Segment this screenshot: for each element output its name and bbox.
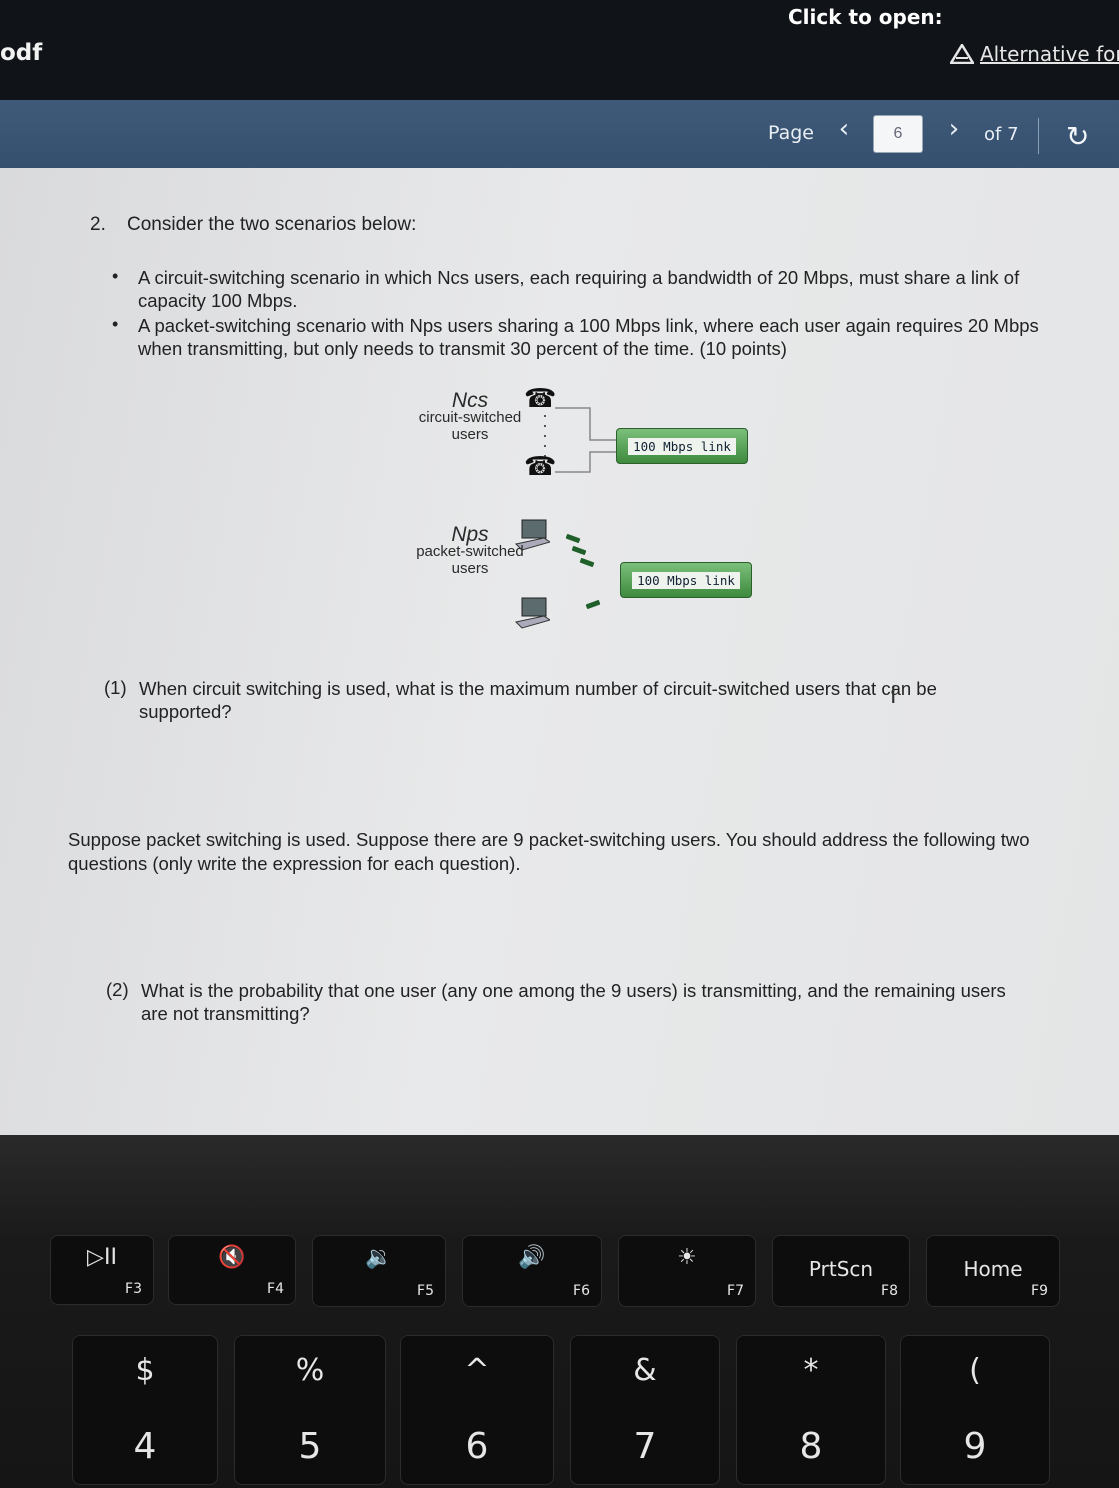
- ps-link-box: 100 Mbps link: [620, 562, 752, 598]
- suppose-paragraph: Suppose packet switching is used. Suppos…: [68, 829, 1030, 874]
- chevron-right-icon: ›: [948, 114, 960, 144]
- key-f6[interactable]: 🔊 F6: [462, 1235, 602, 1307]
- page-label: Page: [768, 122, 814, 144]
- q2-text: What is the probability that one user (a…: [141, 980, 1006, 1024]
- cs-users-label: Ncs circuit-switched users: [410, 389, 530, 443]
- question-intro: Consider the two scenarios below:: [127, 214, 417, 235]
- file-name-label: odf: [0, 40, 43, 66]
- key-f8[interactable]: PrtScn F8: [772, 1235, 910, 1307]
- nps-symbol: Nps: [451, 523, 489, 546]
- click-to-open-label: Click to open:: [788, 5, 943, 29]
- rotate-button[interactable]: ↻: [1066, 120, 1089, 153]
- keyboard: ▷II F3 🔇 F4 🔉 F5 🔊 F6 ☀ F7 PrtScn F8 Hom…: [0, 1135, 1119, 1488]
- document-page: 2. Consider the two scenarios below: • A…: [0, 168, 1119, 1135]
- key-f8-label: F8: [881, 1283, 898, 1299]
- question-number: 2.: [90, 214, 106, 235]
- page-number-input[interactable]: 6: [873, 115, 923, 153]
- text-cursor-icon: I: [890, 684, 897, 709]
- key-7-shift: &: [633, 1353, 657, 1388]
- cs-label-line1: circuit-switched: [418, 409, 522, 426]
- key-4[interactable]: $ 4: [72, 1335, 218, 1485]
- key-6-digit: 6: [465, 1426, 489, 1467]
- home-label: Home: [963, 1257, 1023, 1281]
- bullet-circuit-switching: A circuit-switching scenario in which Nc…: [138, 267, 1020, 311]
- ps-label-line1: packet-switched: [416, 543, 524, 560]
- key-f6-label: F6: [573, 1283, 590, 1299]
- key-5[interactable]: % 5: [234, 1335, 386, 1485]
- ps-link-label: 100 Mbps link: [632, 571, 740, 589]
- cs-link-box: 100 Mbps link: [616, 428, 748, 464]
- key-5-digit: 5: [298, 1426, 322, 1467]
- key-8[interactable]: * 8: [736, 1335, 886, 1485]
- key-4-digit: 4: [133, 1426, 157, 1467]
- key-7[interactable]: & 7: [570, 1335, 720, 1485]
- alternative-formats-link[interactable]: Alternative forr: [950, 42, 1119, 66]
- key-f7-label: F7: [727, 1283, 744, 1299]
- mute-icon: 🔇: [218, 1245, 246, 1270]
- toolbar-divider: [1038, 118, 1039, 154]
- ncs-symbol: Ncs: [451, 389, 489, 412]
- play-pause-icon: ▷II: [87, 1245, 117, 1270]
- key-f9[interactable]: Home F9: [926, 1235, 1060, 1307]
- key-9-digit: 9: [963, 1426, 987, 1467]
- alternative-formats-text: Alternative forr: [980, 42, 1119, 66]
- previous-page-button[interactable]: ‹: [830, 114, 858, 148]
- key-5-shift: %: [295, 1353, 325, 1388]
- next-page-button[interactable]: ›: [940, 114, 968, 148]
- key-f5[interactable]: 🔉 F5: [312, 1235, 446, 1307]
- key-9[interactable]: ( 9: [900, 1335, 1050, 1485]
- key-6-shift: ^: [464, 1353, 490, 1388]
- bullet-dot-icon: •: [112, 314, 119, 334]
- alternative-formats-icon: [950, 44, 974, 64]
- viewer-top-bar: odf Click to open: Alternative forr: [0, 0, 1119, 100]
- ps-users-label: Nps packet-switched users: [408, 523, 532, 577]
- bullet-dot-icon: •: [112, 266, 119, 286]
- key-7-digit: 7: [633, 1426, 657, 1467]
- cs-label-line2: users: [451, 426, 489, 443]
- key-f3[interactable]: ▷II F3: [50, 1235, 154, 1305]
- key-4-shift: $: [135, 1353, 155, 1388]
- key-8-shift: *: [803, 1353, 819, 1388]
- rotate-icon: ↻: [1066, 120, 1090, 153]
- bullet-packet-switching: A packet-switching scenario with Nps use…: [138, 315, 1039, 359]
- chevron-left-icon: ‹: [838, 114, 850, 144]
- q2-number: (2): [106, 979, 129, 1000]
- key-f9-label: F9: [1031, 1283, 1048, 1299]
- prtscn-label: PrtScn: [808, 1257, 874, 1281]
- telephone-icon: ☎: [524, 452, 557, 482]
- cs-link-label: 100 Mbps link: [628, 437, 736, 455]
- brightness-icon: ☀: [677, 1245, 697, 1270]
- ps-label-line2: users: [451, 560, 489, 577]
- key-6[interactable]: ^ 6: [400, 1335, 554, 1485]
- volume-down-icon: 🔉: [365, 1245, 393, 1270]
- volume-up-icon: 🔊: [518, 1245, 546, 1270]
- q1-text: When circuit switching is used, what is …: [139, 678, 937, 722]
- key-9-shift: (: [969, 1353, 981, 1388]
- page-navigation-bar: Page ‹ 6 › of 7 ↻: [0, 100, 1119, 168]
- key-f5-label: F5: [417, 1283, 434, 1299]
- key-f3-label: F3: [125, 1281, 142, 1297]
- network-diagram: ☎ ☎ Ncs circuit-switched users 100 Mbps …: [400, 384, 780, 640]
- key-f4[interactable]: 🔇 F4: [168, 1235, 296, 1305]
- page-total-label: of 7: [984, 124, 1019, 145]
- laptop-icon: [514, 597, 550, 629]
- key-f4-label: F4: [267, 1281, 284, 1297]
- key-f7[interactable]: ☀ F7: [618, 1235, 756, 1307]
- key-8-digit: 8: [799, 1426, 823, 1467]
- q1-number: (1): [104, 677, 127, 698]
